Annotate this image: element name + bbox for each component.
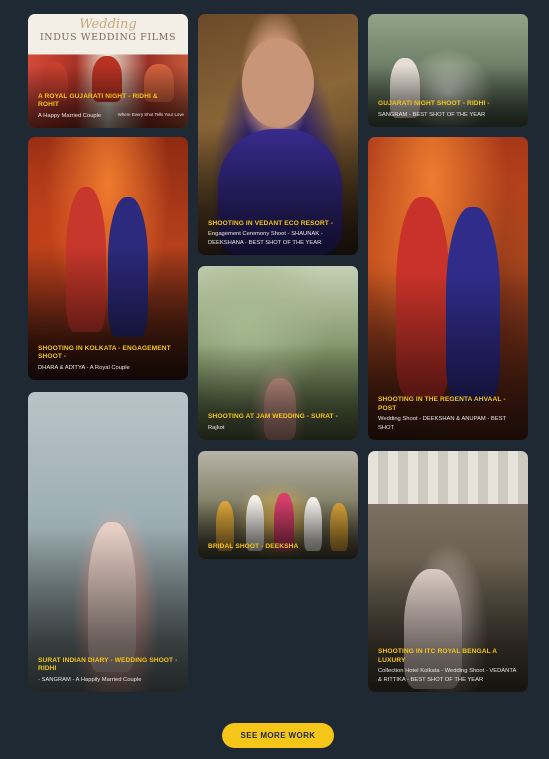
card-title: SHOOTING IN THE REGENTA AHVAAL - POST [378,396,506,412]
portfolio-card-vedant-eco-resort[interactable]: SHOOTING IN VEDANT ECO RESORT - Engageme… [198,14,358,255]
card-title: SHOOTING IN VEDANT ECO RESORT - [208,219,334,227]
card-title: SHOOTING IN ITC ROYAL BENGAL A LUXURY [378,648,497,664]
banner-brand-text: INDUS WEDDING FILMS [39,32,177,43]
card-caption: SHOOTING IN KOLKATA - ENGAGEMENT SHOOT -… [38,345,180,372]
card-subtitle: A Happy Married Couple [38,112,102,119]
portrait-face [242,38,314,128]
card-caption: SHOOTING IN THE REGENTA AHVAAL - POST We… [378,396,520,432]
portfolio-card-gujarati-night-shoot[interactable]: GUJARATI NIGHT SHOOT - RIDHI - SANGRAM -… [368,14,528,127]
portfolio-card-surat-indian-diary[interactable]: SURAT INDIAN DIARY - WEDDING SHOOT - RID… [28,392,188,692]
card-caption: SHOOTING IN ITC ROYAL BENGAL A LUXURY Co… [378,648,520,684]
card-title: BRIDAL SHOOT - DEEKSHA [208,542,299,550]
card-subtitle: Rajkot [208,424,225,431]
portfolio-card-jam-wedding[interactable]: SHOOTING AT JAM WEDDING - SURAT - Rajkot [198,266,358,440]
portfolio-card-itc-royal-bengal[interactable]: SHOOTING IN ITC ROYAL BENGAL A LUXURY Co… [368,451,528,692]
card-subtitle: SANGRAM - BEST SHOT OF THE YEAR [378,111,486,118]
card-title: SURAT INDIAN DIARY - WEDDING SHOOT - RID… [38,656,178,673]
card-title: A ROYAL GUJARATI NIGHT - RIDHI & ROHIT [38,92,158,109]
banner-heading: Wedding INDUS WEDDING FILMS [28,18,188,44]
card-subtitle: - SANGRAM - A Happily Married Couple [38,676,142,683]
card-caption: SHOOTING AT JAM WEDDING - SURAT - Rajkot [208,413,350,432]
card-subtitle: DHARA & ADITYA - A Royal Couple [38,364,130,371]
portfolio-card-bridal-shoot[interactable]: BRIDAL SHOOT - DEEKSHA [198,451,358,559]
portfolio-card-royal-gujarati-night[interactable]: Wedding INDUS WEDDING FILMS Where Every … [28,14,188,128]
card-subtitle: Engagement Ceremony Shoot - SHAUNAK - DE… [208,231,323,246]
card-caption: SURAT INDIAN DIARY - WEDDING SHOOT - RID… [38,657,180,684]
see-more-work-button[interactable]: SEE MORE WORK [222,723,334,748]
card-title: SHOOTING AT JAM WEDDING - SURAT - [208,413,338,421]
card-caption: BRIDAL SHOOT - DEEKSHA [208,543,350,551]
banner-script-text: Wedding [79,17,137,32]
portfolio-card-regenta-ahvaal[interactable]: SHOOTING IN THE REGENTA AHVAAL - POST We… [368,137,528,440]
card-caption: SHOOTING IN VEDANT ECO RESORT - Engageme… [208,220,350,247]
card-subtitle: Collection Hotel Kolkata - Wedding Shoot… [378,668,517,683]
card-title: SHOOTING IN KOLKATA - ENGAGEMENT SHOOT - [38,344,171,361]
card-caption: GUJARATI NIGHT SHOOT - RIDHI - SANGRAM -… [378,100,520,119]
card-title: GUJARATI NIGHT SHOOT - RIDHI - [378,100,490,108]
portfolio-card-kolkata-engagement[interactable]: SHOOTING IN KOLKATA - ENGAGEMENT SHOOT -… [28,137,188,380]
card-subtitle: Wedding Shoot - DEEKSHAN & ANUPAM - BEST… [378,416,506,431]
card-caption: A ROYAL GUJARATI NIGHT - RIDHI & ROHIT A… [38,93,180,120]
